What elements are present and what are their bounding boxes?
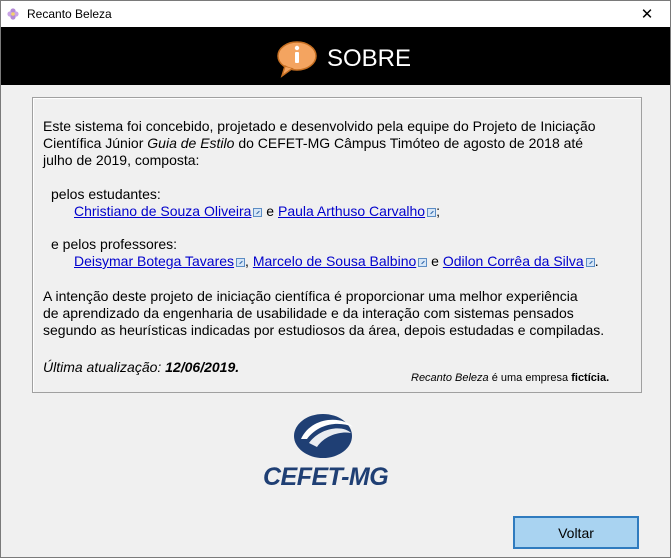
intro-line-1: Este sistema foi concebido, projetado e … [43,118,596,134]
intro-line-3: julho de 2019, composta: [43,152,200,168]
separator: , [245,253,253,269]
intro-line-2a: Científica Júnior [43,135,148,151]
disclaimer-emphasis: fictícia. [571,372,610,384]
intro-line-2b: do CEFET-MG Câmpus Timóteo de agosto de … [234,135,584,151]
project-name: Guia de Estilo [147,135,235,151]
close-button[interactable]: ✕ [624,1,670,27]
professors-list: Deisymar Botega Tavares, Marcelo de Sous… [74,253,599,269]
separator: ; [436,203,440,219]
separator: e [262,203,278,219]
students-list: Christiano de Souza Oliveira e Paula Art… [74,203,440,219]
intro-text-2: Científica Júnior Guia de Estilo do CEFE… [43,135,583,151]
external-link-icon [253,207,263,217]
info-speech-bubble-icon [277,41,317,78]
intro-text: Este sistema foi concebido, projetado e … [43,118,596,134]
disclaimer-brand: Recanto Beleza [411,372,489,384]
goal-line-3: segundo as heurísticas indicadas por est… [43,322,605,338]
last-update-date: 12/06/2019. [165,359,240,375]
window-title: Recanto Beleza [27,7,112,21]
last-update-label: Última atualização: [43,359,166,375]
professor-link-odilon[interactable]: Odilon Corrêa da Silva [443,253,584,269]
professor-link-deisymar[interactable]: Deisymar Botega Tavares [74,253,234,269]
disclaimer-text: é uma empresa [488,372,572,384]
cefet-mg-logo-text: CEFET-MG [263,463,389,491]
back-button[interactable]: Voltar [513,516,639,549]
title-bar: Recanto Beleza ✕ [1,1,670,27]
last-update: Última atualização: 12/06/2019. [43,359,239,375]
external-link-icon [418,257,428,267]
header-banner: SOBRE [1,27,670,85]
external-link-icon [585,257,595,267]
external-link-icon [427,207,437,217]
about-window: Recanto Beleza ✕ SOBRE Este sistema foi … [0,0,671,558]
goal-line-1: A intenção deste projeto de iniciação ci… [43,288,578,304]
goal-line-2: de aprendizado da engenharia de usabilid… [43,305,574,321]
students-label: pelos estudantes: [51,186,161,202]
fictional-disclaimer: Recanto Beleza é uma empresa fictícia. [411,372,609,384]
close-icon: ✕ [640,6,654,23]
intro-text-3: julho de 2019, composta: [43,152,199,168]
professors-label: e pelos professores: [51,236,178,252]
page-title: SOBRE [327,45,412,72]
separator: e [427,253,443,269]
separator: . [594,253,599,269]
student-link-paula[interactable]: Paula Arthuso Carvalho [278,203,425,219]
external-link-icon [236,257,246,267]
student-link-christiano[interactable]: Christiano de Souza Oliveira [74,203,251,219]
professor-link-marcelo[interactable]: Marcelo de Sousa Balbino [253,253,416,269]
flower-app-icon [7,8,19,20]
